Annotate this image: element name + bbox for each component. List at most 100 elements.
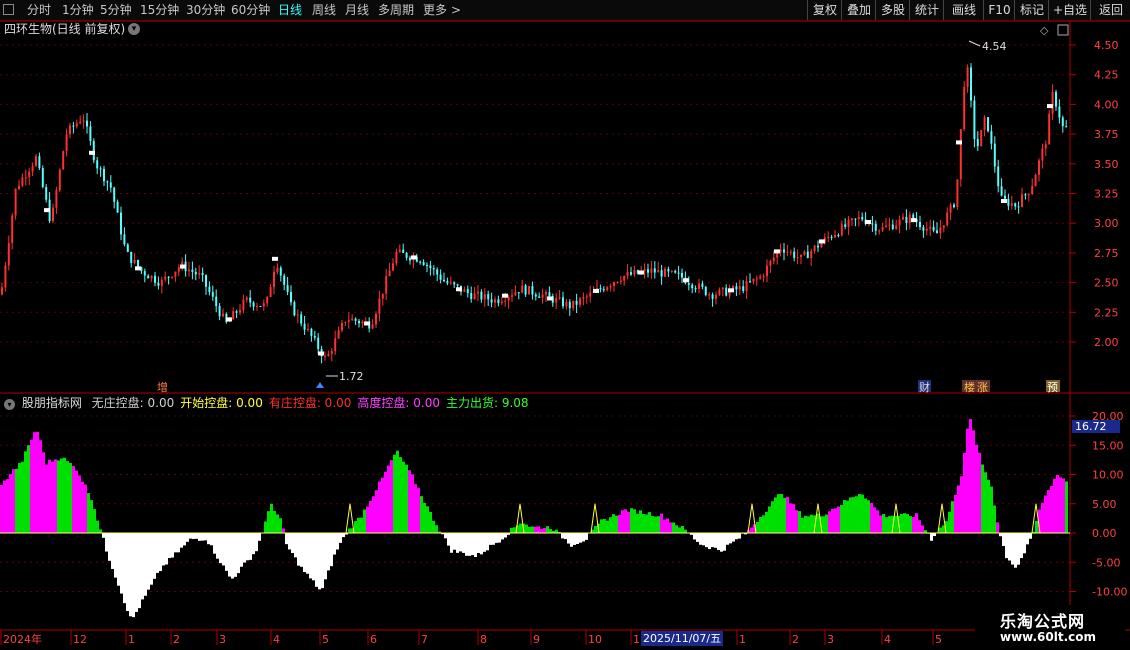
candle-body	[956, 179, 959, 208]
high-pointer	[968, 40, 981, 47]
candle-body	[898, 219, 901, 226]
candle-body	[106, 181, 109, 183]
candle-body	[283, 275, 286, 285]
indicator-bar	[705, 533, 708, 548]
candle-body	[113, 187, 116, 202]
indicator-bar	[720, 533, 723, 552]
candle-body	[973, 100, 976, 140]
indicator-bar	[120, 533, 123, 594]
indicator-bar	[327, 533, 330, 571]
indicator-bar	[21, 461, 24, 533]
price-tick-label: 2.00	[1094, 336, 1119, 349]
indicator-bar	[18, 462, 21, 533]
indicator-bar	[831, 508, 834, 533]
price-tick-label: 4.25	[1094, 69, 1119, 82]
candle-body	[762, 276, 765, 278]
candle-body	[55, 190, 58, 208]
candle-body	[789, 251, 792, 253]
indicator-bar	[843, 500, 846, 533]
candle-body	[888, 224, 891, 226]
candle-body	[521, 285, 524, 294]
indicator-bar	[777, 494, 780, 533]
candle-body	[687, 283, 690, 285]
candle-body	[983, 117, 986, 131]
candle-body	[123, 234, 126, 245]
candle-body	[327, 353, 330, 356]
indicator-bar	[96, 520, 99, 533]
price-marker-dot	[774, 249, 780, 254]
indicator-bar	[546, 526, 549, 533]
indicator-bar	[279, 518, 282, 533]
indicator-bar	[756, 521, 759, 533]
indicator-bar	[600, 519, 603, 533]
indicator-bar	[846, 500, 849, 533]
indicator-bar	[408, 470, 411, 533]
marker-zhang: 涨	[977, 381, 988, 394]
candle-body	[290, 291, 292, 303]
date-label: 3	[827, 633, 834, 646]
candle-body	[925, 228, 928, 231]
indicator-bar	[870, 502, 873, 533]
ind-tick-label: 0.00	[1092, 527, 1117, 540]
indicator-toggle-icon[interactable]: ▾	[4, 399, 15, 410]
indicator-bar	[801, 517, 804, 533]
candle-body	[1010, 203, 1013, 206]
indicator-bar	[33, 432, 36, 533]
indicator-bar	[369, 500, 372, 533]
indicator-bar	[174, 533, 177, 553]
indicator-bar	[246, 533, 249, 561]
indicator-bar	[450, 533, 453, 553]
candle-body	[1024, 194, 1027, 196]
indicator-bar	[294, 533, 297, 558]
indicator-bar	[822, 516, 825, 533]
kline-chart-canvas[interactable]: 4.50 4.25 4.00 3.75 3.50 3.25 3.00 2.75 2.50 2.25…	[0, 0, 1130, 650]
indicator-bar	[330, 533, 333, 567]
candle-body	[742, 286, 745, 292]
candle-body	[494, 299, 496, 303]
indicator-bar	[27, 445, 30, 533]
price-marker-dot	[1047, 104, 1053, 109]
candle-body	[330, 351, 333, 354]
indicator-bar	[177, 533, 180, 553]
indicator-bar	[576, 533, 579, 545]
candle-body	[324, 355, 326, 357]
candle-body	[626, 272, 629, 276]
indicator-bar	[855, 496, 858, 533]
indicator-bar	[399, 457, 402, 533]
candle-body	[674, 270, 677, 273]
candle-body	[446, 281, 449, 284]
indicator-bar	[474, 533, 477, 558]
indicator-bar	[798, 511, 801, 533]
date-label: 5	[322, 633, 329, 646]
indicator-bar	[669, 522, 672, 533]
candle-body	[670, 270, 673, 272]
indicator-bar	[582, 533, 585, 542]
indicator-bar	[93, 509, 96, 533]
candle-body	[1021, 194, 1023, 207]
indicator-bar	[618, 514, 621, 533]
indicator-bar	[966, 428, 969, 533]
candle-body	[599, 288, 602, 290]
ind-tick-label: 15.00	[1092, 439, 1124, 452]
indicator-bar	[297, 533, 300, 566]
high-price-label: 4.54	[982, 40, 1007, 53]
candle-body	[143, 271, 146, 276]
indicator-bar	[1044, 495, 1047, 533]
candle-body	[783, 249, 785, 253]
candle-body	[755, 278, 758, 280]
indicator-bar	[390, 460, 393, 533]
marker-zeng: 增	[157, 380, 168, 394]
candle-body	[1014, 203, 1017, 207]
candle-body	[830, 236, 833, 238]
candle-body	[1044, 144, 1047, 149]
candle-body	[171, 276, 173, 278]
candle-body	[269, 287, 272, 297]
candle-body	[130, 251, 133, 264]
indicator-header: ▾ 股朋指标网 无庄控盘: 0.00 开始控盘: 0.00 有庄控盘: 0.00 高度…	[4, 395, 541, 411]
price-marker-dot	[89, 150, 95, 155]
candle-body	[1, 287, 3, 295]
date-label: 4	[273, 633, 280, 646]
indicator-bar	[537, 526, 540, 533]
candle-body	[137, 259, 139, 268]
indicator-bar	[639, 510, 642, 533]
